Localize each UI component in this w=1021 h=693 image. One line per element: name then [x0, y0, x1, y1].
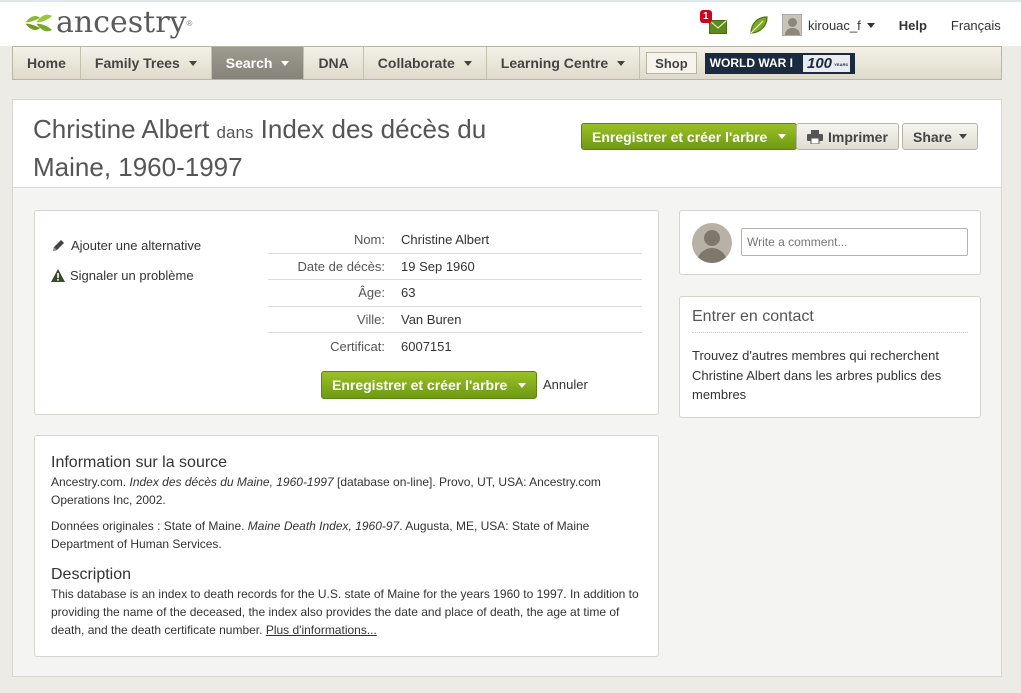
description-heading: Description: [51, 566, 132, 583]
record-name: Christine Albert: [33, 114, 210, 144]
print-button[interactable]: Imprimer: [796, 123, 899, 150]
printer-icon: [807, 129, 823, 144]
nav-dna[interactable]: DNA: [304, 47, 364, 79]
save-create-tree-button-bottom[interactable]: Enregistrer et créer l'arbre: [321, 371, 538, 399]
nav-home[interactable]: Home: [13, 47, 81, 79]
page-title: Christine Albert dans Index des décès du…: [33, 112, 553, 184]
user-avatar: [782, 14, 802, 36]
original-title: Maine Death Index, 1960-97: [247, 519, 400, 533]
cancel-link[interactable]: Annuler: [543, 377, 588, 392]
chevron-down-icon: [281, 60, 290, 66]
message-count-badge: 1: [700, 10, 712, 23]
source-info-card: Information sur la source Ancestry.com. …: [34, 435, 659, 657]
leaf-logo-icon: [23, 14, 52, 32]
source-heading: Information sur la source: [51, 454, 228, 471]
logo-text: ancestry: [56, 5, 187, 40]
chevron-down-icon: [188, 60, 197, 66]
language-link[interactable]: Français: [951, 18, 1001, 33]
ancestry-logo[interactable]: ancestry ®: [22, 8, 192, 38]
original-data-citation: Données originales : State of Maine. Mai…: [51, 517, 646, 553]
original-text: Données originales : State of Maine.: [51, 519, 245, 533]
ww1-banner[interactable]: WORLD WAR I 100 YEARS: [704, 52, 855, 74]
report-problem-label: Signaler un problème: [70, 268, 194, 283]
contact-card: Entrer en contact Trouvez d'autres membr…: [679, 296, 981, 418]
field-value: 63: [401, 285, 416, 301]
field-label: Certificat:: [330, 338, 385, 354]
record-fields: Nom: Christine Albert Date de décès: 19 …: [268, 227, 642, 360]
top-right-menu: 1 kirouac_f Help Français: [700, 10, 1001, 38]
description-text: This database is an index to death recor…: [51, 585, 646, 639]
field-row: Date de décès: 19 Sep 1960: [268, 254, 642, 280]
warning-icon: [51, 269, 65, 282]
trademark: ®: [186, 18, 193, 28]
pencil-icon: [53, 240, 64, 251]
citation-title: Index des décès du Maine, 1960-1997: [129, 475, 334, 489]
field-value: Van Buren: [401, 311, 462, 327]
save-create-tree-button[interactable]: Enregistrer et créer l'arbre: [581, 123, 798, 150]
messages-button[interactable]: 1: [700, 10, 728, 36]
chevron-down-icon: [778, 134, 787, 139]
field-row: Certificat: 6007151: [268, 333, 642, 360]
chevron-down-icon: [617, 60, 626, 66]
field-label: Âge:: [358, 285, 385, 301]
nav-search-label: Search: [225, 55, 273, 71]
comment-input[interactable]: [741, 228, 968, 256]
more-info-link[interactable]: Plus d'informations...: [266, 623, 377, 637]
nav-family-trees[interactable]: Family Trees: [81, 47, 212, 79]
contact-text[interactable]: Trouvez d'autres membres qui recherchent…: [692, 346, 962, 405]
save-create-tree-label: Enregistrer et créer l'arbre: [332, 377, 508, 393]
record-panel: Christine Albert dans Index des décès du…: [12, 99, 1002, 677]
nav-home-label: Home: [27, 55, 66, 71]
citation-text: Ancestry.com.: [51, 475, 127, 489]
nav-dna-label: DNA: [318, 55, 349, 71]
field-label: Nom:: [353, 232, 385, 248]
chevron-down-icon: [463, 60, 472, 66]
source-citation: Ancestry.com. Index des décès du Maine, …: [51, 473, 646, 509]
share-button[interactable]: Share: [902, 123, 978, 150]
field-row: Nom: Christine Albert: [268, 227, 642, 254]
chevron-down-icon: [518, 382, 527, 388]
ww1-100-badge: 100 YEARS: [802, 54, 851, 72]
envelope-icon: [709, 20, 727, 34]
ww1-text: WORLD WAR I: [709, 56, 793, 70]
chevron-down-icon: [958, 134, 967, 139]
nav-collaborate-label: Collaborate: [377, 55, 455, 71]
nav-family-trees-label: Family Trees: [94, 55, 180, 71]
username: kirouac_f: [808, 17, 861, 33]
field-row: Âge: 63: [268, 280, 642, 307]
field-label: Ville:: [357, 311, 385, 327]
user-menu[interactable]: kirouac_f: [782, 14, 875, 36]
title-in-word: dans: [216, 123, 254, 142]
chevron-down-icon: [866, 22, 875, 28]
field-value: 19 Sep 1960: [401, 258, 475, 274]
nav-learning-centre[interactable]: Learning Centre: [487, 47, 641, 79]
nav-shop[interactable]: Shop: [646, 52, 697, 74]
print-label: Imprimer: [828, 128, 888, 145]
avatar: [692, 223, 732, 263]
share-label: Share: [913, 128, 952, 145]
add-alternative-link[interactable]: Ajouter une alternative: [51, 238, 201, 253]
nav-shop-label: Shop: [655, 55, 688, 71]
nav-collaborate[interactable]: Collaborate: [364, 47, 487, 79]
report-problem-link[interactable]: Signaler un problème: [51, 268, 194, 283]
field-row: Ville: Van Buren: [268, 307, 642, 333]
ww1-100-number: 100: [806, 54, 833, 72]
nav-search[interactable]: Search: [211, 47, 305, 79]
record-header: Christine Albert dans Index des décès du…: [13, 100, 1001, 188]
nav-learning-centre-label: Learning Centre: [500, 55, 609, 71]
field-label: Date de décès:: [297, 258, 385, 274]
main-nav: Home Family Trees Search DNA Collaborate…: [12, 46, 1002, 80]
record-details-card: Ajouter une alternative Signaler un prob…: [34, 210, 659, 415]
comment-card: [679, 210, 981, 275]
leaf-hints-icon[interactable]: [748, 14, 770, 36]
add-alternative-label: Ajouter une alternative: [71, 238, 202, 253]
field-value: 6007151: [401, 338, 452, 354]
ww1-years: YEARS: [834, 61, 849, 67]
help-link[interactable]: Help: [899, 18, 927, 33]
field-value: Christine Albert: [401, 232, 490, 248]
save-create-tree-label: Enregistrer et créer l'arbre: [592, 128, 768, 145]
top-bar: ancestry ® 1 kirouac_f Help Français: [0, 0, 1021, 46]
contact-heading: Entrer en contact: [692, 308, 968, 333]
